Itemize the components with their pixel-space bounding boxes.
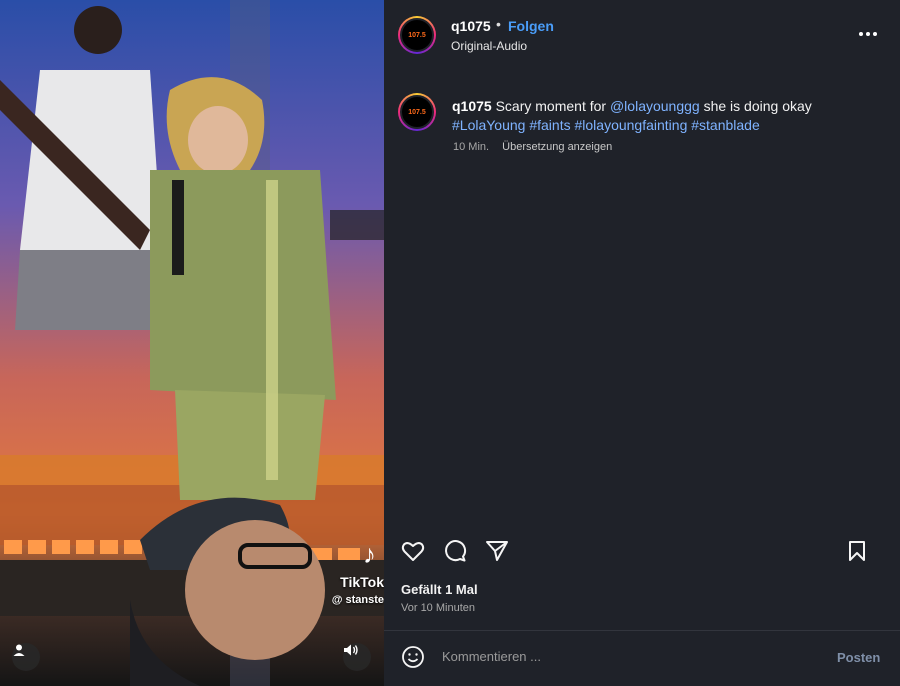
like-button[interactable] bbox=[400, 538, 426, 564]
emoji-icon[interactable] bbox=[401, 645, 425, 669]
speaker-icon bbox=[344, 644, 358, 656]
caption-avatar-text: 107.5 bbox=[408, 108, 426, 116]
heart-icon bbox=[401, 542, 425, 561]
hashtag-link[interactable]: #faints bbox=[529, 117, 570, 133]
more-icon bbox=[859, 32, 863, 36]
sound-toggle-button[interactable] bbox=[343, 643, 371, 671]
user-icon bbox=[13, 644, 25, 656]
hashtag-link[interactable]: #LolaYoung bbox=[452, 117, 525, 133]
post-time: Vor 10 Minuten bbox=[401, 602, 475, 614]
save-button[interactable] bbox=[844, 538, 870, 564]
post-comment-button[interactable]: Posten bbox=[837, 650, 880, 665]
caption-body: Scary moment for bbox=[495, 98, 607, 114]
avatar[interactable]: 107.5 bbox=[398, 16, 436, 54]
post-panel: 107.5 q1075 • Folgen Original-Audio 107.… bbox=[384, 0, 900, 686]
likes-count[interactable]: Gefällt 1 Mal bbox=[401, 582, 478, 597]
header-username[interactable]: q1075 bbox=[451, 18, 491, 34]
divider bbox=[384, 630, 900, 631]
watermark-handle: @ stanste bbox=[331, 594, 384, 606]
share-button[interactable] bbox=[484, 538, 510, 564]
more-icon-dot bbox=[866, 32, 870, 36]
follow-button[interactable]: Folgen bbox=[508, 18, 554, 34]
share-icon bbox=[486, 541, 508, 561]
hashtag-link[interactable]: #lolayoungfainting bbox=[574, 117, 687, 133]
audio-link[interactable]: Original-Audio bbox=[451, 39, 527, 53]
caption-text: q1075 Scary moment for @lolayounggg she … bbox=[452, 97, 872, 135]
caption-mention[interactable]: @lolayounggg bbox=[610, 98, 700, 114]
caption-username[interactable]: q1075 bbox=[452, 98, 492, 114]
caption-meta: 10 Min. Übersetzung anzeigen bbox=[453, 141, 612, 153]
hashtag-link[interactable]: #stanblade bbox=[691, 117, 760, 133]
caption-avatar[interactable]: 107.5 bbox=[398, 93, 436, 131]
video-frame bbox=[0, 0, 384, 686]
comment-button[interactable] bbox=[442, 538, 468, 564]
bookmark-icon bbox=[849, 541, 865, 561]
more-options-button[interactable] bbox=[856, 24, 880, 44]
comment-input[interactable] bbox=[442, 649, 802, 664]
watermark-name: TikTok bbox=[340, 574, 384, 590]
tagged-users-button[interactable] bbox=[12, 643, 40, 671]
translate-link[interactable]: Übersetzung anzeigen bbox=[502, 141, 612, 153]
tiktok-logo-icon: ♪ bbox=[363, 539, 376, 569]
caption-body-end: she is doing okay bbox=[703, 98, 812, 114]
avatar-logo-text: 107.5 bbox=[408, 31, 426, 39]
header-separator: • bbox=[496, 16, 501, 32]
caption-age: 10 Min. bbox=[453, 141, 490, 153]
comment-icon bbox=[445, 540, 466, 562]
reel-video[interactable]: ♪ TikTok @ stanste bbox=[0, 0, 384, 686]
more-icon-dot bbox=[873, 32, 877, 36]
